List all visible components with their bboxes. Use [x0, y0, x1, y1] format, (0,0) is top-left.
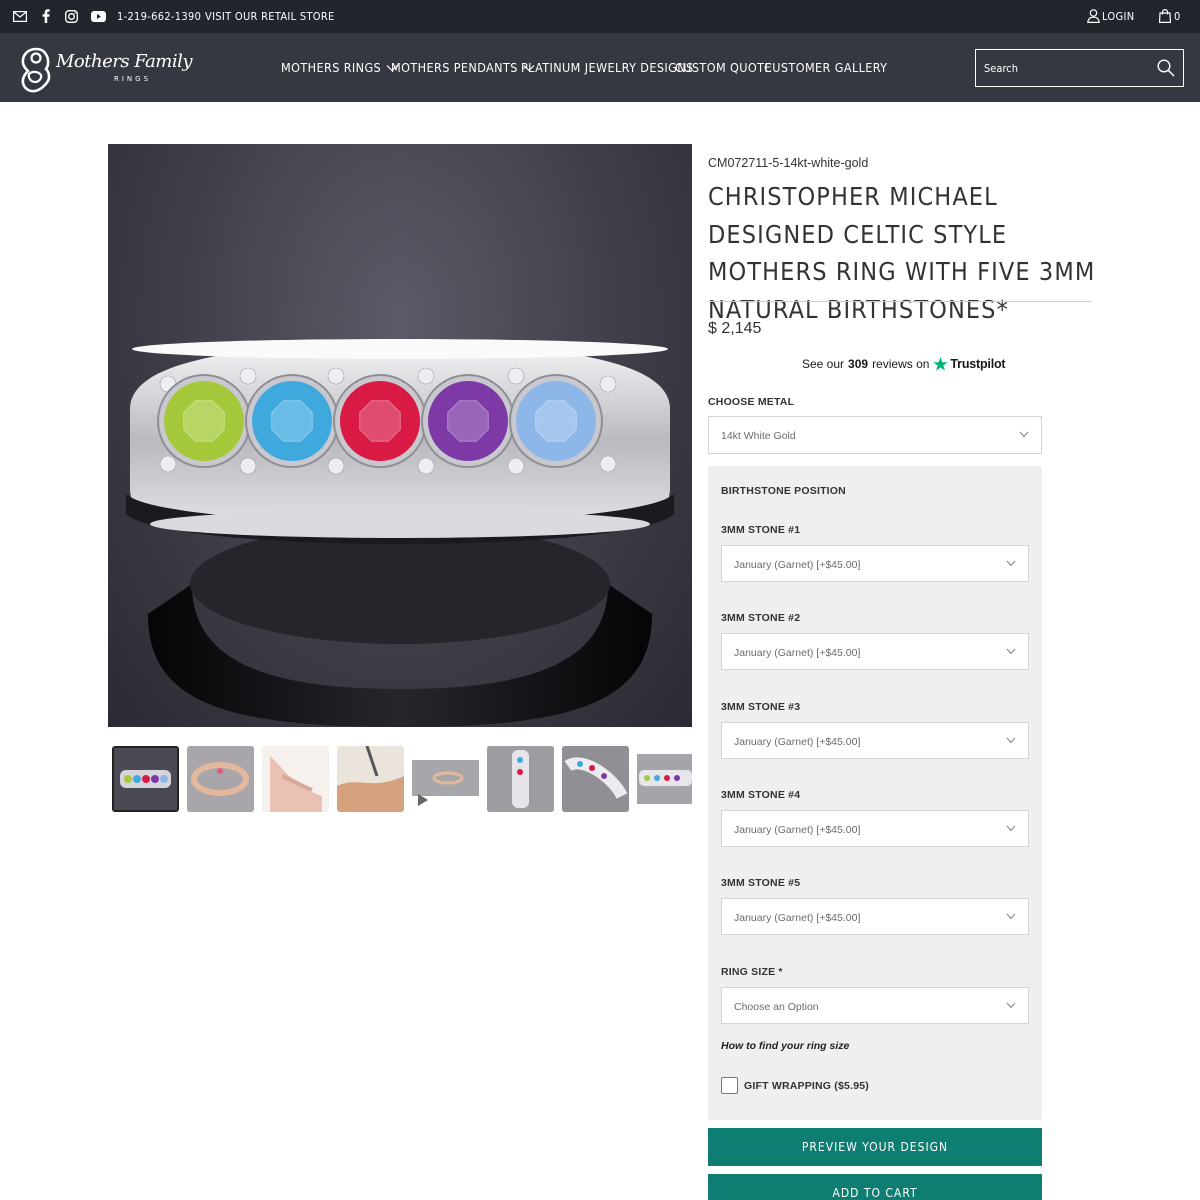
choose-metal-label: CHOOSE METAL — [708, 396, 795, 408]
gem-facet — [359, 400, 401, 442]
nav-label: MOTHERS RINGS — [281, 60, 382, 75]
rose-gold-ring-thumb-image — [187, 746, 254, 812]
main-product-image[interactable] — [108, 144, 692, 727]
retail-store-link[interactable]: VISIT OUR RETAIL STORE — [205, 10, 335, 23]
trustpilot-widget[interactable]: See our 309 reviews on Trustpilot — [802, 357, 1006, 371]
trustpilot-brand: Trustpilot — [950, 357, 1006, 371]
ring-size-value: Choose an Option — [734, 1001, 819, 1013]
stone-1-value: January (Garnet) [+$45.00] — [734, 559, 861, 571]
trustpilot-suffix: reviews on — [872, 357, 930, 371]
top-bar: 1-219-662-1390 VISIT OUR RETAIL STORE LO… — [0, 0, 1200, 33]
stone-3-select[interactable]: January (Garnet) [+$45.00] — [721, 722, 1029, 759]
thumbnail-1[interactable] — [112, 746, 179, 812]
ring-thumb-image — [114, 748, 177, 810]
stone-1-select[interactable]: January (Garnet) [+$45.00] — [721, 545, 1029, 582]
youtube-icon[interactable] — [89, 8, 107, 24]
stone-5-label: 3MM STONE #5 — [721, 877, 801, 889]
stone-5-select[interactable]: January (Garnet) [+$45.00] — [721, 898, 1029, 935]
chevron-down-icon — [1006, 737, 1016, 744]
search-input[interactable] — [976, 50, 1146, 86]
stone-4-value: January (Garnet) [+$45.00] — [734, 824, 861, 836]
logo-wordmark: Mothers Family — [56, 51, 193, 72]
product-sku: CM072711-5-14kt-white-gold — [708, 156, 869, 170]
cart-count[interactable]: 0 — [1174, 10, 1181, 23]
user-icon[interactable] — [1085, 8, 1101, 24]
thumbnail-2[interactable] — [187, 746, 254, 812]
chevron-down-icon — [1006, 825, 1016, 832]
thumbnail-4[interactable] — [337, 746, 404, 812]
product-title: CHRISTOPHER MICHAEL DESIGNED CELTIC STYL… — [708, 182, 1096, 324]
nav-label: CUSTOMER GALLERY — [764, 60, 888, 75]
shopping-bag-icon[interactable] — [1157, 8, 1173, 24]
ring-angle-view-thumb-image — [562, 746, 629, 812]
nav-mothers-pendants[interactable]: MOTHERS PENDANTS — [391, 60, 535, 75]
preview-design-button[interactable]: PREVIEW YOUR DESIGN — [708, 1128, 1042, 1166]
stone-4-select[interactable]: January (Garnet) [+$45.00] — [721, 810, 1029, 847]
stone-3-value: January (Garnet) [+$45.00] — [734, 736, 861, 748]
main-header: Mothers Family RINGS MOTHERS RINGS MOTHE… — [0, 33, 1200, 102]
gift-wrapping-label[interactable]: GIFT WRAPPING ($5.95) — [744, 1080, 869, 1092]
nav-label: CUSTOM QUOTE — [675, 60, 772, 75]
nav-label: MOTHERS PENDANTS — [391, 60, 518, 75]
chevron-down-icon — [1006, 1002, 1016, 1009]
phone-number[interactable]: 1-219-662-1390 — [117, 10, 201, 23]
nav-custom-quote[interactable]: CUSTOM QUOTE — [675, 60, 772, 75]
play-icon — [418, 794, 428, 806]
mail-icon[interactable] — [12, 8, 28, 24]
stone-2-value: January (Garnet) [+$45.00] — [734, 647, 861, 659]
facebook-icon[interactable] — [38, 8, 54, 24]
metal-select-value: 14kt White Gold — [721, 430, 796, 442]
thumbnail-8[interactable] — [637, 746, 692, 812]
nav-platinum-jewelry[interactable]: PLATINUM JEWELRY DESIGNS — [521, 60, 694, 75]
chevron-down-icon — [1006, 913, 1016, 920]
nav-mothers-rings[interactable]: MOTHERS RINGS — [281, 60, 398, 75]
stone-2-select[interactable]: January (Garnet) [+$45.00] — [721, 633, 1029, 670]
product-price: $ 2,145 — [708, 320, 762, 337]
gem-facet — [535, 400, 577, 442]
trustpilot-logo: Trustpilot — [933, 357, 1006, 371]
add-to-cart-button[interactable]: ADD TO CART — [708, 1174, 1042, 1200]
stone-1-label: 3MM STONE #1 — [721, 524, 801, 536]
logo-subtext: RINGS — [114, 75, 152, 83]
ring-side-view-thumb-image — [487, 746, 554, 812]
search-box — [975, 49, 1184, 87]
trustpilot-prefix: See our — [802, 357, 845, 371]
gem-facet — [183, 400, 225, 442]
trustpilot-star-icon — [933, 357, 949, 371]
stone-4-label: 3MM STONE #4 — [721, 789, 801, 801]
gem-facet — [447, 400, 489, 442]
metal-select[interactable]: 14kt White Gold — [708, 416, 1042, 454]
login-link[interactable]: LOGIN — [1102, 10, 1134, 23]
stone-3-label: 3MM STONE #3 — [721, 701, 801, 713]
thumbnail-5-video[interactable] — [412, 746, 479, 812]
ring-size-guide-link[interactable]: How to find your ring size — [721, 1040, 849, 1052]
ring-size-select[interactable]: Choose an Option — [721, 987, 1029, 1024]
instagram-icon[interactable] — [63, 8, 79, 24]
trustpilot-review-count: 309 — [848, 357, 869, 371]
search-icon[interactable] — [1157, 59, 1175, 77]
nav-label: PLATINUM JEWELRY DESIGNS — [521, 60, 694, 75]
stone-5-value: January (Garnet) [+$45.00] — [734, 912, 861, 924]
chevron-down-icon — [1019, 431, 1029, 438]
stone-2-label: 3MM STONE #2 — [721, 612, 801, 624]
ring-illustration — [126, 339, 674, 727]
gift-wrapping-checkbox[interactable] — [721, 1077, 738, 1094]
birthstone-position-title: BIRTHSTONE POSITION — [721, 485, 846, 497]
title-divider — [708, 301, 1092, 302]
ring-size-label: RING SIZE * — [721, 966, 783, 978]
chevron-down-icon — [1006, 560, 1016, 567]
ring-front-view-thumb-image — [637, 754, 692, 804]
jeweler-crafting-thumb-image — [337, 746, 404, 812]
birthstone-gems — [157, 374, 603, 468]
site-logo[interactable]: Mothers Family RINGS — [18, 41, 193, 95]
nav-customer-gallery[interactable]: CUSTOMER GALLERY — [764, 60, 887, 75]
thumbnail-7[interactable] — [562, 746, 629, 812]
chevron-down-icon — [1006, 648, 1016, 655]
thumbnail-3[interactable] — [262, 746, 329, 812]
gem-facet — [271, 400, 313, 442]
hand-wearing-ring-thumb-image — [262, 746, 329, 812]
thumbnail-6[interactable] — [487, 746, 554, 812]
